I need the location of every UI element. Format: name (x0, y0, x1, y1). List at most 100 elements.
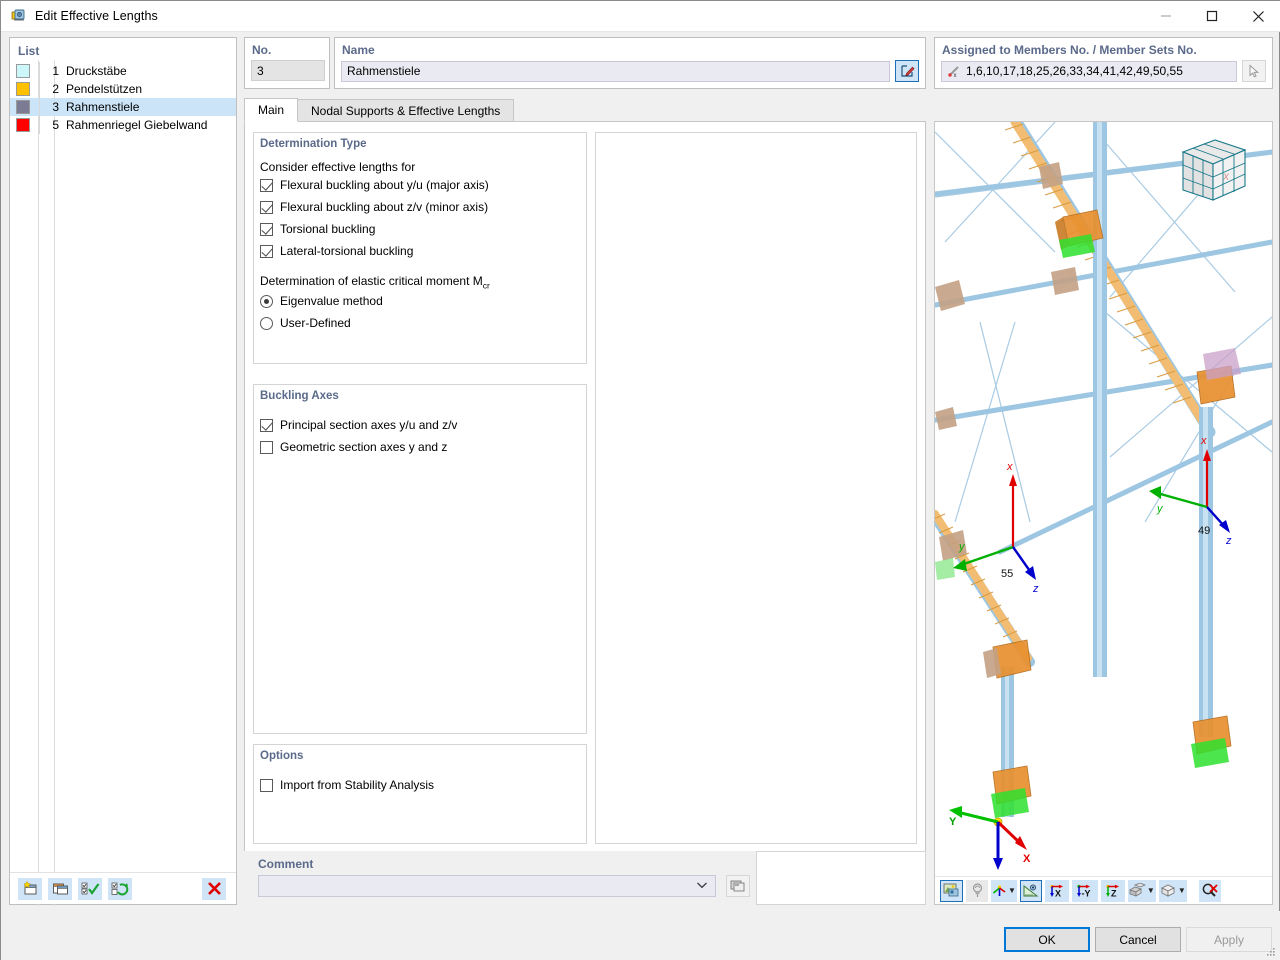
mcr-determination-label: Determination of elastic critical moment… (254, 274, 586, 290)
list-item-selected[interactable]: 3 Rahmenstiele (10, 98, 236, 116)
radio-eigenvalue-method[interactable]: Eigenvalue method (254, 290, 586, 312)
tab-main[interactable]: Main (244, 98, 299, 122)
radio-button[interactable] (260, 294, 273, 308)
copy-item-button[interactable] (48, 877, 72, 900)
invert-selection-button[interactable] (108, 877, 132, 900)
comment-bar: Comment (244, 851, 926, 905)
checkbox-import-from-stability-analysis[interactable]: Import from Stability Analysis (254, 774, 586, 796)
color-swatch[interactable] (16, 82, 30, 96)
maximize-button[interactable] (1189, 1, 1235, 32)
radio-button[interactable] (260, 316, 273, 330)
minimize-button[interactable] (1143, 1, 1189, 32)
svg-text:y: y (1156, 503, 1164, 515)
axes-display-button[interactable]: ▼ (991, 879, 1017, 902)
assigned-members-value: 1,6,10,17,18,25,26,33,34,41,42,49,50,55 (966, 64, 1183, 78)
list-panel: List 1 Druckstäbe 2 Pendelstützen 3 Rahm… (9, 37, 237, 906)
wireframe-button[interactable]: ▼ (1158, 879, 1187, 902)
checkbox-flexural-buckling-zv[interactable]: Flexural buckling about z/v (minor axis) (254, 196, 586, 218)
tab-nodal-supports-effective-lengths[interactable]: Nodal Supports & Effective Lengths (297, 99, 515, 122)
no-input[interactable]: 3 (251, 60, 325, 81)
chevron-down-icon[interactable]: ▼ (1178, 886, 1186, 895)
checkbox-torsional-buckling[interactable]: Torsional buckling (254, 218, 586, 240)
checkbox-geometric-section-axes[interactable]: Geometric section axes y and z (254, 436, 586, 458)
view-z-button[interactable]: Z (1100, 879, 1125, 902)
checkbox-box[interactable] (260, 200, 273, 214)
measure-button[interactable] (1019, 879, 1042, 902)
radio-label: Eigenvalue method (280, 294, 383, 309)
axis-label-x: X (1023, 853, 1031, 865)
svg-text:x: x (1200, 435, 1207, 447)
name-edit-button[interactable] (895, 60, 919, 82)
checkbox-label: Flexural buckling about z/v (minor axis) (280, 200, 489, 214)
new-item-button[interactable] (18, 877, 42, 900)
assigned-input[interactable]: x 1,6,10,17,18,25,26,33,34,41,42,49,50,5… (941, 60, 1237, 82)
member-label-55: 55 (1001, 568, 1013, 580)
model-3d-scene[interactable]: X x y z 55 x y z 49 Y X (935, 122, 1272, 877)
model-viewport[interactable]: X x y z 55 x y z 49 Y X ▼ X -Y Z ▼ ▼ (934, 121, 1273, 905)
lighting-button (966, 879, 988, 902)
assigned-field-box: Assigned to Members No. / Member Sets No… (934, 37, 1273, 89)
cancel-button[interactable]: Cancel (1095, 927, 1181, 952)
list-item-label: Rahmenriegel Giebelwand (66, 118, 208, 132)
title-bar: Edit Effective Lengths (1, 1, 1280, 32)
assigned-pick-button[interactable] (1242, 60, 1266, 82)
chevron-down-icon[interactable]: ▼ (1008, 886, 1016, 895)
list-item-number: 2 (52, 82, 59, 96)
comment-combobox[interactable] (258, 875, 716, 897)
checkbox-box[interactable] (260, 222, 273, 236)
color-swatch[interactable] (16, 100, 30, 114)
close-button[interactable] (1235, 1, 1280, 32)
checkbox-flexural-buckling-yu[interactable]: Flexural buckling about y/u (major axis) (254, 174, 586, 196)
dialog-footer: OK Cancel Apply (1, 911, 1280, 960)
resize-grip[interactable] (1265, 946, 1277, 958)
checkbox-label: Torsional buckling (280, 222, 376, 236)
chevron-down-icon[interactable] (696, 881, 708, 892)
checkbox-label: Principal section axes y/u and z/v (280, 418, 458, 432)
select-all-button[interactable] (78, 877, 102, 900)
comment-library-button[interactable] (726, 875, 750, 897)
options-title: Options (260, 750, 304, 762)
main-tab-content: Determination Type Consider effective le… (244, 121, 926, 905)
render-mode-button[interactable] (940, 879, 963, 902)
view-y-button[interactable]: -Y (1071, 879, 1098, 902)
checkbox-box[interactable] (260, 440, 273, 454)
member-label-49: 49 (1198, 525, 1210, 537)
view-x-button[interactable]: X (1044, 879, 1069, 902)
checkbox-lateral-torsional-buckling[interactable]: Lateral-torsional buckling (254, 240, 586, 262)
apply-button: Apply (1186, 927, 1272, 952)
checkbox-box[interactable] (260, 244, 273, 258)
app-icon (11, 8, 27, 24)
checkbox-box[interactable] (260, 178, 273, 192)
navigation-cube[interactable]: X (1181, 139, 1247, 201)
zoom-reset-button[interactable] (1198, 879, 1221, 902)
member-axes-49: x y z 49 (1149, 435, 1232, 547)
list-item[interactable]: 1 Druckstäbe (10, 62, 236, 80)
nav-cube-label: X (1222, 172, 1230, 182)
list-item-number: 5 (52, 118, 59, 132)
radio-user-defined[interactable]: User-Defined (254, 312, 586, 334)
checkbox-box[interactable] (260, 418, 273, 432)
window-title: Edit Effective Lengths (35, 9, 158, 23)
mcr-label-sub: cr (482, 280, 490, 291)
name-input[interactable]: Rahmenstiele (341, 60, 890, 82)
determination-type-panel: Determination Type Consider effective le… (253, 132, 587, 364)
list-item[interactable]: 2 Pendelstützen (10, 80, 236, 98)
consider-effective-lengths-label: Consider effective lengths for (260, 160, 416, 174)
global-axes-triad: Y X Z (949, 806, 1031, 870)
checkbox-box[interactable] (260, 778, 273, 792)
delete-item-button[interactable] (202, 877, 226, 900)
name-field-box: Name Rahmenstiele (334, 37, 926, 89)
svg-text:x: x (954, 73, 957, 78)
color-swatch[interactable] (16, 64, 30, 78)
window-controls (1143, 1, 1280, 32)
determination-type-title: Determination Type (260, 138, 367, 150)
list-item[interactable]: 5 Rahmenriegel Giebelwand (10, 116, 236, 134)
checkbox-label: Lateral-torsional buckling (280, 244, 414, 258)
edit-effective-lengths-window: Edit Effective Lengths List 1 Druckstäbe (0, 0, 1280, 960)
chevron-down-icon[interactable]: ▼ (1147, 886, 1155, 895)
projection-button[interactable]: ▼ (1127, 879, 1156, 902)
checkbox-principal-section-axes[interactable]: Principal section axes y/u and z/v (254, 414, 586, 436)
ok-button[interactable]: OK (1004, 927, 1090, 952)
options-panel: Options Import from Stability Analysis (253, 744, 587, 844)
color-swatch[interactable] (16, 118, 30, 132)
